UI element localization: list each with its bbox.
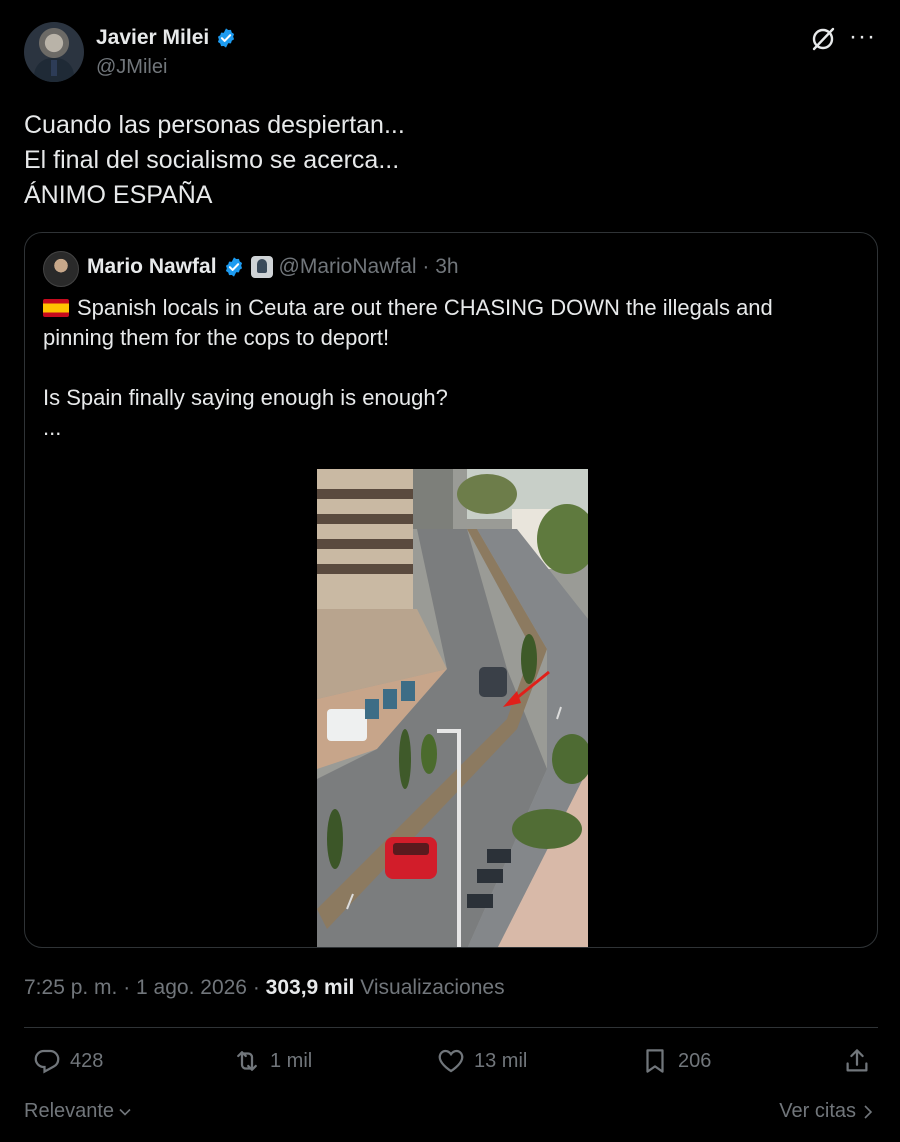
tweet-text: Cuando las personas despiertan... El fin… [24, 108, 405, 213]
reply-count: 428 [70, 1049, 104, 1072]
chevron-right-icon [864, 1104, 873, 1119]
quoted-handle-time[interactable]: @MarioNawfal · 3h [279, 255, 459, 279]
more-options-icon[interactable]: ··· [849, 24, 876, 50]
tweet-timestamp[interactable]: 7:25 p. m. · 1 ago. 2026 · [24, 976, 266, 999]
repost-icon [237, 1051, 257, 1071]
affiliate-badge-icon [250, 256, 273, 278]
heart-icon [438, 1049, 464, 1073]
share-icon [846, 1049, 868, 1072]
video-thumbnail[interactable] [317, 469, 588, 948]
quoted-line: Spanish locals in Ceuta are out there CH… [77, 295, 773, 320]
quoted-ellipsis: ... [43, 415, 62, 440]
sort-label: Relevante [24, 1100, 115, 1122]
views-label: Visualizaciones [354, 976, 505, 999]
bookmark-button[interactable]: 206 [640, 1046, 711, 1076]
quoted-author-name[interactable]: Mario Nawfal [87, 255, 217, 279]
views-count: 303,9 mil [265, 976, 355, 999]
tweet-line: ÁNIMO ESPAÑA [24, 181, 213, 209]
share-button[interactable] [842, 1046, 872, 1076]
tweet-meta: 7:25 p. m. · 1 ago. 2026 · 303,9 mil Vis… [24, 976, 505, 1000]
quoted-header: Mario Nawfal @MarioNawfal · 3h [87, 255, 459, 279]
quoted-line: pinning them for the cops to deport! [43, 325, 390, 350]
author-name[interactable]: Javier Milei [96, 26, 209, 50]
bookmark-icon [646, 1049, 664, 1073]
quoted-text: Spanish locals in Ceuta are out there CH… [43, 293, 863, 443]
author-handle[interactable]: @JMilei [96, 56, 167, 79]
author-name-row: Javier Milei [96, 26, 237, 50]
author-avatar[interactable] [24, 22, 84, 82]
grok-icon[interactable] [810, 26, 836, 52]
sort-dropdown[interactable]: Relevante [24, 1100, 132, 1123]
reply-icon [34, 1049, 60, 1074]
divider [24, 1027, 878, 1028]
verified-badge-icon [225, 257, 242, 277]
tweet-header: Javier Milei @JMilei ··· [24, 22, 876, 84]
repost-button[interactable]: 1 mil [232, 1046, 312, 1076]
quoted-line: Is Spain finally saying enough is enough… [43, 385, 448, 410]
like-count: 13 mil [474, 1049, 528, 1072]
quoted-tweet[interactable]: Mario Nawfal @MarioNawfal · 3h Spanish l… [24, 232, 878, 948]
tweet-line: El final del socialismo se acerca... [24, 146, 400, 174]
chevron-down-icon [119, 1108, 131, 1116]
verified-badge-icon [218, 28, 235, 48]
quoted-author-avatar[interactable] [43, 251, 79, 287]
tweet-line: Cuando las personas despiertan... [24, 111, 405, 139]
action-bar: 428 1 mil 13 mil 206 [24, 1046, 878, 1086]
reply-button[interactable]: 428 [32, 1046, 103, 1076]
like-button[interactable]: 13 mil [436, 1046, 527, 1076]
spain-flag-icon [43, 299, 69, 317]
view-quotes-link[interactable]: Ver citas [779, 1100, 874, 1123]
view-quotes-label: Ver citas [779, 1100, 856, 1122]
bookmark-count: 206 [678, 1049, 712, 1072]
repost-count: 1 mil [270, 1049, 313, 1072]
